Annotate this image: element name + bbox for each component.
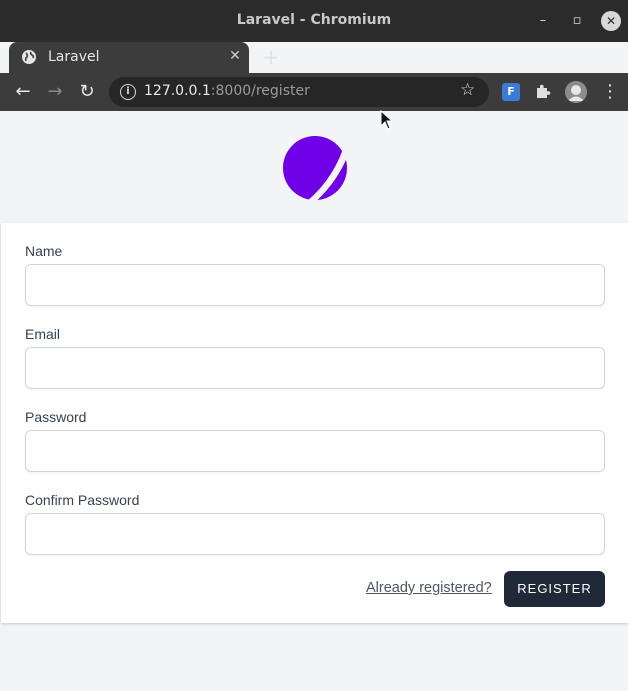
address-bar[interactable]: i 127.0.0.1:8000/register ☆ — [109, 77, 489, 107]
register-form-card: Name Email Password Confirm Password Alr… — [1, 223, 628, 623]
window-titlebar: Laravel - Chromium – ▫ ✕ — [0, 0, 628, 42]
url-host: 127.0.0.1 — [144, 83, 211, 99]
password-field[interactable] — [25, 430, 605, 472]
profile-avatar-icon[interactable] — [565, 81, 587, 103]
confirm-password-field[interactable] — [25, 513, 605, 555]
name-field[interactable] — [25, 264, 605, 306]
menu-dots-icon[interactable]: ⋮ — [601, 80, 619, 104]
register-button[interactable]: REGISTER — [504, 571, 605, 607]
email-field[interactable] — [25, 347, 605, 389]
confirm-password-input[interactable] — [26, 514, 604, 554]
password-input[interactable] — [26, 431, 604, 471]
tab-title: Laravel — [48, 49, 100, 65]
bookmark-star-icon[interactable]: ☆ — [460, 80, 475, 100]
extensions-puzzle-icon[interactable] — [534, 82, 552, 100]
browser-tab[interactable]: Laravel ✕ — [9, 42, 249, 73]
confirm-password-label: Confirm Password — [25, 492, 140, 508]
reload-icon[interactable]: ↻ — [75, 80, 99, 104]
email-input[interactable] — [26, 348, 604, 388]
page-content: Name Email Password Confirm Password Alr… — [0, 111, 628, 691]
extension-icon[interactable]: F — [502, 83, 520, 101]
close-icon[interactable]: ✕ — [601, 11, 621, 31]
forward-icon[interactable]: → — [43, 80, 67, 104]
tab-close-icon[interactable]: ✕ — [226, 47, 244, 65]
globe-icon — [22, 50, 36, 64]
mouse-cursor-icon — [380, 110, 394, 130]
maximize-icon[interactable]: ▫ — [567, 11, 587, 31]
url-text[interactable]: 127.0.0.1:8000/register — [144, 83, 310, 99]
info-icon[interactable]: i — [120, 84, 136, 100]
new-tab-icon[interactable]: + — [260, 46, 282, 68]
name-input[interactable] — [26, 265, 604, 305]
back-icon[interactable]: ← — [11, 80, 35, 104]
email-label: Email — [25, 326, 61, 342]
logo-icon[interactable] — [282, 135, 348, 201]
already-registered-link[interactable]: Already registered? — [366, 580, 492, 596]
name-label: Name — [25, 243, 63, 259]
password-label: Password — [25, 409, 87, 425]
url-path: :8000/register — [210, 83, 310, 99]
minimize-icon[interactable]: – — [533, 11, 553, 31]
browser-toolbar: ← → ↻ i 127.0.0.1:8000/register ☆ F ⋮ — [0, 73, 628, 111]
